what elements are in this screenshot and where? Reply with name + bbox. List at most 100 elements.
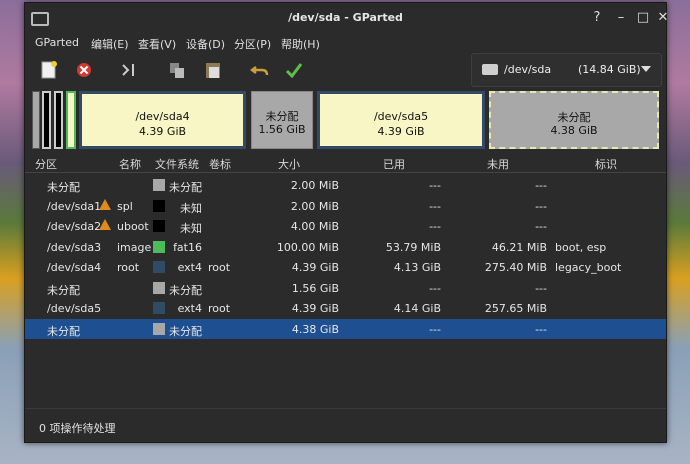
table-row[interactable]: /dev/sda4 root ext4 root 4.39 GiB 4.13 GiB 275…	[25, 257, 666, 277]
table-row[interactable]: /dev/sda5 ext4 root 4.39 GiB 4.14 GiB 257.65 …	[25, 298, 666, 318]
cell-unused: 275.40 MiB	[484, 261, 547, 274]
cell-unused: ---	[535, 281, 547, 295]
cell-name: spl	[117, 199, 133, 213]
cell-name: image	[117, 240, 152, 254]
cell-used: ---	[429, 179, 441, 192]
cell-size: 4.00 MiB	[290, 220, 339, 233]
fs-color-swatch	[153, 281, 165, 294]
col-used[interactable]: 已用	[383, 156, 405, 172]
pending-operations: 0 项操作待处理	[39, 422, 116, 435]
map-unallocated-1[interactable]: 未分配 1.56 GiB	[251, 91, 313, 149]
col-filesystem[interactable]: 文件系统	[155, 156, 199, 172]
cell-size: 4.38 GiB	[291, 322, 339, 336]
table-row[interactable]: /dev/sda1 spl 未知 2.00 MiB --- ---	[25, 196, 666, 216]
cell-unused: ---	[535, 220, 547, 233]
cell-partition: /dev/sda1	[47, 199, 102, 213]
cell-filesystem: ext4	[177, 261, 202, 274]
table-row[interactable]: /dev/sda2 uboot 未知 4.00 MiB --- ---	[25, 216, 666, 236]
cell-partition: 未分配	[47, 324, 80, 338]
apply-icon[interactable]	[283, 59, 305, 81]
col-flags[interactable]: 标识	[595, 156, 617, 172]
warning-icon	[99, 198, 111, 210]
table-row[interactable]: 未分配 未分配 1.56 GiB --- ---	[25, 278, 666, 298]
map-unallocated-small[interactable]	[32, 91, 40, 149]
table-row[interactable]: 未分配 未分配 4.38 GiB --- ---	[25, 318, 666, 339]
cell-partition: /dev/sda4	[47, 261, 102, 274]
fs-color-swatch	[153, 240, 165, 253]
map-sda5[interactable]: /dev/sda5 4.39 GiB	[317, 91, 485, 149]
cell-used: ---	[429, 322, 441, 336]
copy-icon[interactable]	[166, 59, 188, 81]
map-unallocated-selected[interactable]: 未分配 4.38 GiB	[489, 91, 659, 149]
cell-unused: ---	[535, 322, 547, 336]
minimize-icon[interactable]: –	[613, 10, 629, 26]
device-selector[interactable]: /dev/sda (14.84 GiB)	[471, 53, 662, 87]
table-row[interactable]: /dev/sda3 image fat16 100.00 MiB 53.79 MiB 46…	[25, 237, 666, 257]
col-unused[interactable]: 未用	[487, 156, 509, 172]
disk-icon	[482, 64, 498, 75]
fs-color-swatch	[153, 261, 165, 273]
partition-map: /dev/sda4 4.39 GiB 未分配 1.56 GiB /dev/sda…	[32, 91, 659, 149]
cell-partition: /dev/sda5	[47, 302, 102, 315]
map-sda3[interactable]	[66, 91, 76, 149]
map-sda1[interactable]	[42, 91, 51, 149]
cell-filesystem: 未知	[180, 201, 202, 215]
cell-filesystem: ext4	[177, 302, 202, 315]
help-icon[interactable]: ?	[589, 10, 605, 26]
cell-name: root	[117, 261, 140, 274]
cell-used: 4.13 GiB	[393, 261, 441, 274]
chevron-down-icon	[641, 66, 651, 72]
cell-filesystem: 未分配	[169, 324, 202, 338]
menu-edit[interactable]: 编辑(E)	[91, 36, 129, 52]
fs-color-swatch	[153, 199, 165, 212]
cell-used: 4.14 GiB	[393, 302, 441, 315]
cell-partition: /dev/sda3	[47, 240, 102, 254]
map-sda2[interactable]	[54, 91, 63, 149]
fs-color-swatch	[153, 220, 165, 232]
device-name: /dev/sda	[504, 63, 552, 76]
delete-icon[interactable]	[73, 59, 95, 81]
fs-color-swatch	[153, 302, 165, 314]
warning-icon	[99, 219, 111, 230]
fs-color-swatch	[153, 179, 165, 191]
menu-help[interactable]: 帮助(H)	[281, 36, 320, 52]
new-icon[interactable]	[38, 59, 60, 81]
titlebar: /dev/sda - GParted ? – □ ✕	[25, 3, 668, 33]
cell-unused: 257.65 MiB	[484, 302, 547, 315]
cell-filesystem: 未分配	[169, 181, 202, 194]
close-icon[interactable]: ✕	[655, 10, 671, 26]
window-title: /dev/sda - GParted	[288, 11, 403, 24]
menu-device[interactable]: 设备(D)	[186, 36, 225, 52]
status-bar: 0 项操作待处理	[25, 408, 666, 443]
menu-partition[interactable]: 分区(P)	[234, 36, 271, 52]
col-label[interactable]: 卷标	[209, 156, 231, 172]
menu-view[interactable]: 查看(V)	[138, 36, 176, 52]
cell-size: 1.56 GiB	[291, 281, 339, 295]
cell-label: root	[208, 261, 231, 274]
cell-partition: /dev/sda2	[47, 220, 102, 233]
cell-label: root	[208, 302, 231, 315]
cell-flags: legacy_boot	[555, 261, 622, 274]
gparted-window: /dev/sda - GParted ? – □ ✕ GParted 编辑(E)…	[24, 2, 668, 443]
cell-used: ---	[429, 220, 441, 233]
cell-flags: boot, esp	[555, 240, 607, 254]
undo-icon[interactable]	[249, 59, 271, 81]
resize-move-icon[interactable]	[118, 59, 140, 81]
paste-icon[interactable]	[202, 59, 224, 81]
partition-table: 分区 名称 文件系统 卷标 大小 已用 未用 标识 未分配 未分配 2.00 MiB…	[25, 153, 666, 403]
cell-size: 4.39 GiB	[291, 302, 339, 315]
cell-partition: 未分配	[47, 181, 80, 194]
menu-gparted[interactable]: GParted	[35, 36, 79, 49]
map-sda4[interactable]: /dev/sda4 4.39 GiB	[79, 91, 246, 149]
cell-size: 100.00 MiB	[276, 240, 339, 254]
cell-size: 2.00 MiB	[290, 199, 339, 213]
col-name[interactable]: 名称	[119, 156, 141, 172]
cell-filesystem: 未分配	[169, 283, 202, 297]
col-size[interactable]: 大小	[278, 156, 300, 172]
table-row[interactable]: 未分配 未分配 2.00 MiB --- ---	[25, 175, 666, 195]
col-partition[interactable]: 分区	[35, 156, 57, 172]
cell-filesystem: 未知	[180, 222, 202, 235]
cell-name: uboot	[117, 220, 149, 233]
cell-used: ---	[429, 281, 441, 295]
maximize-icon[interactable]: □	[635, 10, 651, 26]
